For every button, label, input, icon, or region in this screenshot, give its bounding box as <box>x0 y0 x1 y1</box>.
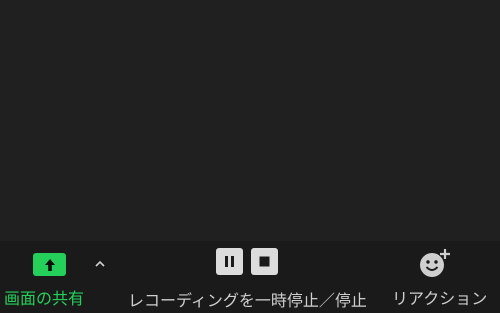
stop-icon <box>259 256 270 267</box>
video-area <box>0 0 500 241</box>
arrow-up-icon <box>44 258 55 271</box>
share-screen-button[interactable] <box>33 253 66 276</box>
recording-label[interactable]: レコーディングを一時停止／停止 <box>128 287 367 311</box>
reactions-control: リアクション <box>380 241 495 313</box>
stop-recording-button[interactable] <box>251 248 278 275</box>
chevron-up-icon <box>95 260 105 267</box>
pause-recording-button[interactable] <box>216 248 243 275</box>
smiley-plus-icon <box>420 249 450 277</box>
share-options-caret[interactable] <box>92 257 108 271</box>
share-screen-label[interactable]: 画面の共有 <box>4 285 84 309</box>
meeting-window: 画面の共有 レコーディングを一時停止／停止 リアクション <box>0 0 500 313</box>
meeting-toolbar: 画面の共有 レコーディングを一時停止／停止 リアクション <box>0 241 500 313</box>
reactions-button[interactable] <box>418 247 452 279</box>
recording-control: レコーディングを一時停止／停止 <box>120 241 375 313</box>
pause-icon <box>225 256 234 267</box>
share-screen-control: 画面の共有 <box>0 241 110 313</box>
reactions-label[interactable]: リアクション <box>392 285 487 309</box>
